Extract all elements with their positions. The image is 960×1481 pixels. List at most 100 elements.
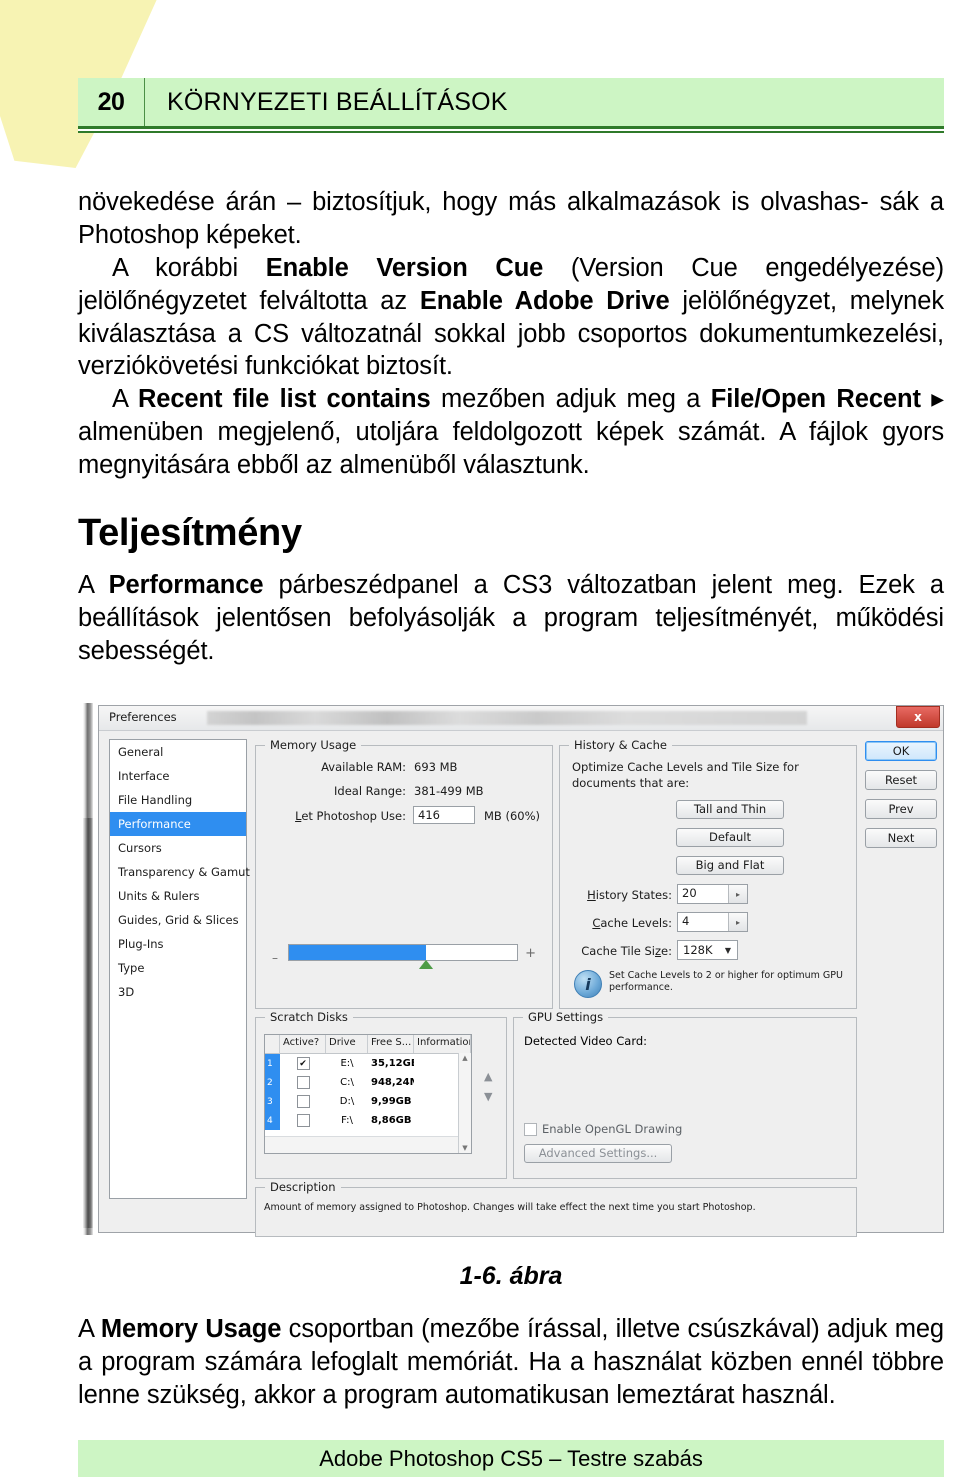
checkbox-unchecked[interactable] [296,1114,310,1127]
next-button[interactable]: Next [865,828,937,848]
sidebar-item-units-rulers[interactable]: Units & Rulers [110,884,246,908]
page-footer: Adobe Photoshop CS5 – Testre szabás [78,1440,944,1477]
column-header-active[interactable]: Active? [280,1035,326,1053]
row-index: 4 [265,1111,280,1130]
advanced-settings-button[interactable]: Advanced Settings... [524,1144,672,1163]
section-heading-performance: Teljesítmény [78,512,302,555]
column-header-free-space[interactable]: Free S... [368,1035,414,1053]
gpu-cache-note: i Set Cache Levels to 2 or higher for op… [574,970,844,998]
figure-caption-and-closing: 1-6. ábra A Memory Usage csoportban (mez… [78,1244,944,1412]
move-down-icon[interactable]: ▼ [484,1090,492,1103]
row-drive: F:\ [341,1115,353,1126]
figure-preferences-screenshot: Preferences x General Interface File Han… [78,703,944,1237]
enable-opengl-checkbox-row[interactable]: Enable OpenGL Drawing [524,1122,682,1136]
sidebar-item-3d[interactable]: 3D [110,980,246,1004]
let-photoshop-use-suffix: MB (60%) [484,809,541,823]
sidebar-item-file-handling[interactable]: File Handling [110,788,246,812]
cache-tile-size-value: 128K [683,943,713,957]
sidebar-item-guides-grid-slices[interactable]: Guides, Grid & Slices [110,908,246,932]
sidebar-item-interface[interactable]: Interface [110,764,246,788]
page-number: 20 [97,87,125,116]
close-icon[interactable]: x [896,706,940,728]
memory-usage-legend: Memory Usage [265,738,362,752]
slider-minus-icon: – [272,951,278,965]
submenu-arrow-icon: ▸ [920,385,944,414]
let-photoshop-use-label: Let Photoshop Use: [295,809,406,823]
vc-bold-2: Enable Adobe Drive [419,286,670,315]
prev-button[interactable]: Prev [865,799,937,819]
scratch-disks-reorder-controls[interactable]: ▲ ▼ [484,1070,492,1103]
dialog-button-column: OK Reset Prev Next [865,741,937,857]
sidebar-item-type[interactable]: Type [110,956,246,980]
vc-pre: A korábbi [112,253,266,282]
preferences-category-list[interactable]: General Interface File Handling Performa… [109,739,250,1199]
big-and-flat-button[interactable]: Big and Flat [676,856,784,875]
row-drive: C:\ [340,1077,354,1088]
sidebar-item-cursors[interactable]: Cursors [110,836,246,860]
cache-levels-arrow-icon[interactable]: ▸ [728,913,747,931]
cache-levels-value[interactable]: 4 [678,913,728,931]
memory-usage-slider[interactable]: – + [272,942,536,970]
paragraph-memory-usage: A Memory Usage csoportban (mezőbe írássa… [78,1313,944,1412]
sidebar-item-performance[interactable]: Performance [110,812,246,836]
cache-tile-size-select[interactable]: 128K ▼ [677,940,738,960]
available-ram-label: Available RAM: [321,760,406,774]
sidebar-item-general[interactable]: General [110,740,246,764]
rc-mid: mezőben adjuk meg a [430,385,711,414]
slider-handle[interactable] [419,960,433,969]
chevron-down-icon[interactable]: ▼ [719,946,737,955]
running-head-title: KÖRNYEZETI BEÁLLÍTÁSOK [167,87,508,116]
dialog-titlebar[interactable]: Preferences x [99,706,943,731]
rc-post: almenüben megjelenő, utoljára feldolgozo… [78,418,944,480]
row-index: 3 [265,1092,280,1111]
page-scrollbar-thumb[interactable] [83,818,93,1228]
table-row[interactable]: 1 ✔ E:\ 35,12GB [265,1054,471,1073]
rc-bold-2: File/Open Recent [710,385,921,414]
row-active-cell[interactable] [280,1114,326,1127]
row-active-cell[interactable] [280,1076,326,1089]
ok-button[interactable]: OK [865,741,937,761]
slider-plus-icon: + [525,946,536,961]
scratch-disks-scrollbar[interactable]: ▲ ▼ [458,1053,471,1153]
history-states-spinner[interactable]: 20 ▸ [677,884,748,904]
sidebar-item-transparency-gamut[interactable]: Transparency & Gamut [110,860,250,884]
detected-video-card-label: Detected Video Card: [524,1034,648,1048]
checkbox-unchecked[interactable] [524,1122,537,1136]
tall-and-thin-button[interactable]: Tall and Thin [676,800,784,819]
description-group: Description Amount of memory assigned to… [255,1180,857,1237]
row-free: 8,86GB [371,1115,412,1126]
row-active-cell[interactable]: ✔ [280,1057,326,1070]
cache-levels-spinner[interactable]: 4 ▸ [677,912,748,932]
scratch-disks-table[interactable]: Active? Drive Free S... Information 1 ✔ … [264,1034,472,1154]
description-legend: Description [265,1180,341,1194]
let-photoshop-use-input[interactable]: 416 [413,806,475,824]
row-active-cell[interactable] [280,1095,326,1108]
checkbox-checked[interactable]: ✔ [296,1057,310,1070]
sidebar-item-plug-ins[interactable]: Plug-Ins [110,932,246,956]
table-row[interactable]: 3 D:\ 9,99GB [265,1092,471,1111]
column-header-drive[interactable]: Drive [326,1035,368,1053]
paragraph-intro: növekedése árán – biztosítjuk, hogy más … [78,186,944,252]
scroll-up-icon[interactable]: ▲ [462,1054,467,1062]
gpu-settings-legend: GPU Settings [523,1010,609,1024]
column-header-information[interactable]: Information [414,1035,471,1053]
checkbox-unchecked[interactable] [296,1095,310,1108]
table-row[interactable]: 4 F:\ 8,86GB [265,1111,471,1130]
history-states-value[interactable]: 20 [678,885,728,903]
gpu-cache-note-text: Set Cache Levels to 2 or higher for opti… [609,970,843,998]
info-icon: i [574,970,602,998]
checkbox-unchecked[interactable] [296,1076,310,1089]
slider-track[interactable] [288,944,518,961]
default-button[interactable]: Default [676,828,784,847]
scroll-down-icon[interactable]: ▼ [462,1144,467,1152]
enable-opengl-label: Enable OpenGL Drawing [542,1122,683,1136]
ideal-range-label: Ideal Range: [334,784,406,798]
optimize-hint-line2: documents that are: [572,776,690,790]
move-up-icon[interactable]: ▲ [484,1070,492,1083]
table-row[interactable]: 2 C:\ 948,24MB [265,1073,471,1092]
available-ram-value: 693 MB [414,760,458,774]
history-states-arrow-icon[interactable]: ▸ [728,885,747,903]
reset-button[interactable]: Reset [865,770,937,790]
scratch-disks-table-footer [265,1136,459,1153]
scratch-disks-group: Scratch Disks Active? Drive Free S... In… [255,1010,507,1179]
